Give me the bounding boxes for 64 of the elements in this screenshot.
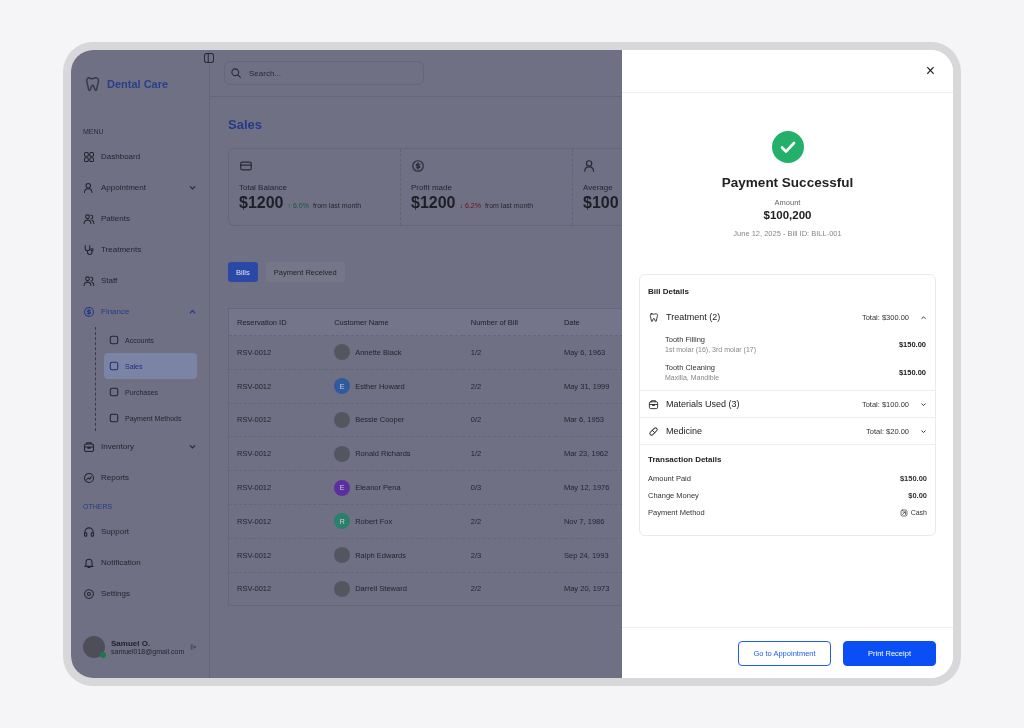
people-icon [83,274,95,287]
bell-icon [83,556,95,569]
photo-placeholder [334,580,351,597]
logout-icon [190,642,197,652]
stat-label: Profit made [411,183,452,192]
nav-item[interactable]: Support [83,516,197,547]
person-icon [83,181,95,194]
coin-icon [83,305,95,318]
headset-icon [83,525,95,538]
photo-placeholder [334,344,351,361]
tooth-icon [648,311,659,323]
stat-label: Average [583,183,613,192]
card-title: Bill Details [647,286,690,298]
nav-item[interactable]: Patients [83,203,197,234]
success-title: Payment Successful [721,175,854,190]
stat-value: $1200 [239,194,284,212]
nav-item[interactable]: Settings [83,578,197,609]
person-icon [583,159,597,173]
photo-placeholder [334,547,351,564]
square-icon [108,412,120,424]
search-icon [230,67,242,79]
stethoscope-icon [83,243,95,256]
people-icon [83,212,95,225]
photo-placeholder [334,445,351,462]
pill-icon [648,425,659,437]
nav-item[interactable]: Appointment [83,172,197,203]
nav-item[interactable]: Inventory [83,431,197,462]
search-field[interactable]: Search... [224,61,424,85]
square-icon [108,386,120,398]
nav-item[interactable]: Staff [83,265,197,296]
square-icon [108,360,120,372]
app-logo-text: Dental Care [107,78,169,90]
chart-icon [83,471,95,484]
nav-item[interactable]: Reports [83,462,197,493]
success-check-icon [771,131,804,163]
page-title: Sales [228,117,263,132]
square-icon [108,334,120,346]
stat-value: $100 [583,194,619,212]
card-icon [239,159,253,173]
cash-icon [899,508,908,517]
tooth-icon [83,75,101,93]
nav-item[interactable]: Finance [83,296,197,327]
gear-icon [83,587,95,600]
chevron-icon[interactable] [920,313,927,321]
nav-item[interactable]: Dashboard [83,141,197,172]
amount-value: $100,200 [763,209,812,221]
sidebar-toggle-icon[interactable] [203,52,215,64]
section-title: Medicine [666,426,704,436]
chevron-icon[interactable] [920,427,927,435]
nav-item[interactable]: Notification [83,547,197,578]
box-icon [83,440,95,453]
nav-item[interactable]: Treatments [83,234,197,265]
chevron-icon[interactable] [920,400,927,408]
box-icon [648,398,659,410]
coin-icon [411,159,425,173]
section-title: Treatment (2) [666,312,722,322]
user-name: Samuel O. [111,639,152,648]
grid-icon [83,150,95,163]
card-title: Transaction Details [648,455,722,464]
section-title: Materials Used (3) [666,399,741,409]
stat-label: Total Balance [239,183,288,192]
close-button[interactable]: × [921,62,939,80]
stat-value: $1200 [411,194,456,212]
photo-placeholder [334,412,351,428]
